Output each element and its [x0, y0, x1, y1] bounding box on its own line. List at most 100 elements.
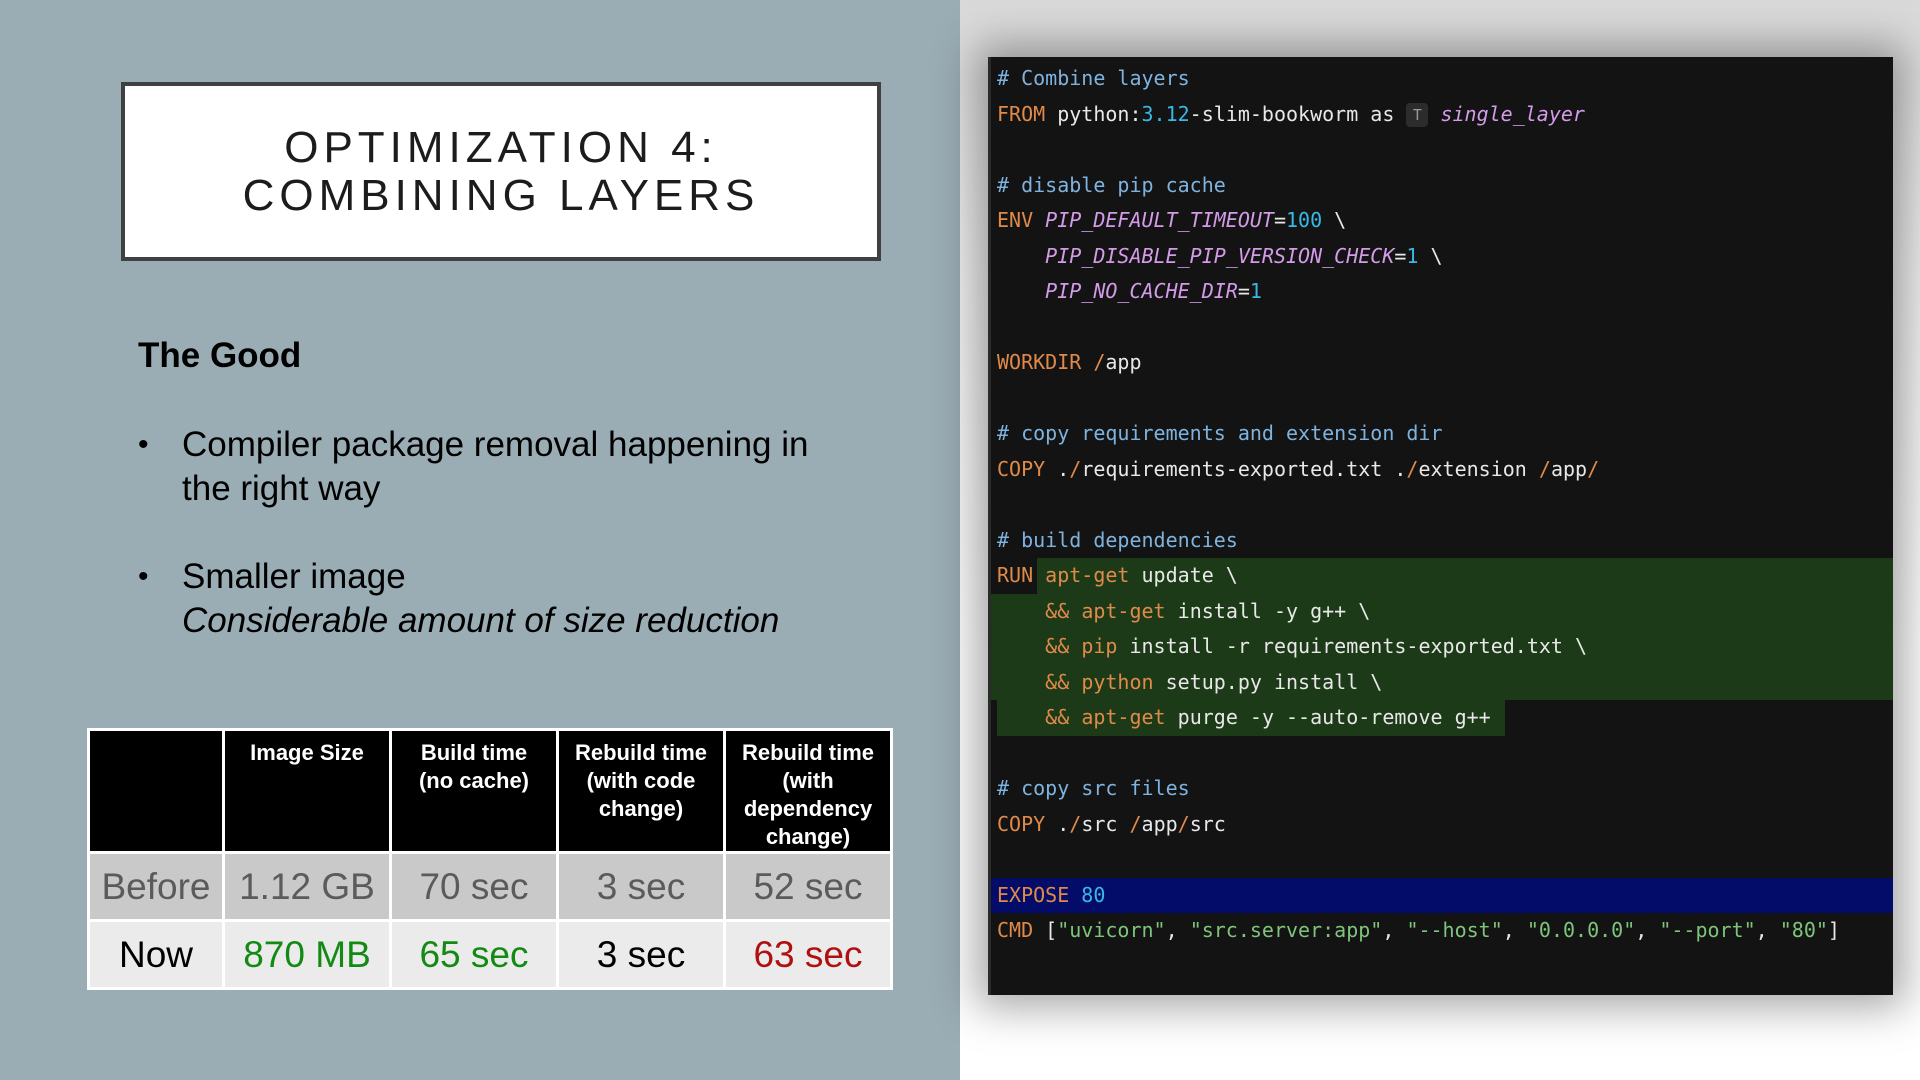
code-token: ,	[1165, 918, 1190, 942]
table-header-cell: Rebuild time (with dependency change)	[723, 728, 893, 854]
slide-title-box: OPTIMIZATION 4: COMBINING LAYERS	[121, 82, 881, 261]
table-header-cell: Rebuild time (with code change)	[556, 728, 726, 854]
table-cell: 3 sec	[556, 919, 726, 990]
code-token: requirements-exported.txt .	[1081, 456, 1407, 481]
code-token: &&	[1045, 598, 1070, 623]
table-cell: 52 sec	[723, 851, 893, 922]
code-token: src	[1081, 811, 1130, 836]
code-line: CMD ["uvicorn", "src.server:app", "--hos…	[991, 913, 1893, 949]
table-header-line: dependency	[743, 796, 873, 821]
code-token: COPY	[997, 811, 1046, 836]
code-token: extension	[1418, 456, 1539, 481]
code-token: /	[1538, 456, 1551, 481]
code-token: ,	[1635, 918, 1660, 942]
bullet-line: the right way	[182, 469, 381, 508]
table-header-line: Rebuild time	[574, 740, 707, 765]
code-token: /	[1129, 811, 1142, 836]
code-token: install -r requirements-exported.txt \	[1117, 634, 1588, 658]
slide-title-line-2: COMBINING LAYERS	[242, 170, 760, 220]
code-token: 100	[1286, 208, 1323, 232]
code-token: src	[1189, 811, 1226, 836]
code-line: COPY ./requirements-exported.txt ./exten…	[991, 452, 1893, 488]
table-header-line: Build time	[420, 740, 528, 765]
code-line: EXPOSE 80	[991, 877, 1893, 913]
code-token: python	[1081, 669, 1154, 694]
code-line: # Combine layers	[991, 61, 1893, 97]
code-token: /	[1069, 811, 1082, 836]
table-cell: 870 MB	[222, 919, 392, 990]
code-token: app	[1141, 811, 1178, 836]
table-cell: 1.12 GB	[222, 851, 392, 922]
code-token: /	[1093, 350, 1106, 374]
code-token: "src.server:app"	[1189, 918, 1383, 942]
table-header-line: (with	[782, 768, 834, 793]
code-token: /	[1587, 456, 1600, 481]
code-line: ENV PIP_DEFAULT_TIMEOUT=100 \	[991, 203, 1893, 239]
bullet-text: Compiler package removal happening in th…	[182, 423, 862, 511]
code-token: =	[1394, 243, 1407, 268]
bullet-line: Compiler package removal happening in	[182, 425, 809, 464]
code-token: PIP_DEFAULT_TIMEOUT	[1045, 208, 1274, 232]
code-token: ,	[1382, 918, 1407, 942]
code-line: WORKDIR /app	[991, 345, 1893, 381]
code-token: /	[1069, 456, 1082, 481]
type-icon: T	[1406, 103, 1429, 127]
table-cell: 63 sec	[723, 919, 893, 990]
bullet-text: Smaller image Considerable amount of siz…	[182, 555, 862, 643]
comparison-table: Image Size Build time (no cache) Rebuild …	[87, 728, 893, 990]
code-token: =	[1237, 279, 1250, 303]
code-token: ,	[1755, 918, 1780, 942]
code-token: "80"	[1779, 918, 1828, 942]
code-line: # disable pip cache	[991, 168, 1893, 204]
code-token: "--port"	[1659, 918, 1756, 942]
code-token: FROM	[997, 101, 1046, 126]
code-token: pip	[1081, 634, 1118, 658]
table-header-line: Image Size	[250, 740, 364, 765]
code-line: RUN apt-get update \	[991, 558, 1893, 594]
slide-title-line-1: OPTIMIZATION 4:	[284, 122, 718, 172]
code-token: &&	[1045, 634, 1070, 658]
code-token: RUN	[997, 563, 1034, 587]
code-token: 1	[1249, 279, 1262, 303]
code-token: EXPOSE	[997, 882, 1070, 907]
code-token: "uvicorn"	[1057, 918, 1166, 942]
code-token: ENV	[997, 208, 1034, 232]
code-editor: # Combine layers FROM python:3.12-slim-bo…	[988, 57, 1893, 995]
code-token: .	[1045, 811, 1070, 836]
code-token: apt-get	[1081, 705, 1166, 729]
code-token: =	[1273, 208, 1286, 232]
table-header-cell: Image Size	[222, 728, 392, 854]
code-token: COPY	[997, 456, 1046, 481]
code-token: CMD	[997, 918, 1034, 942]
table-header-line: (no cache)	[418, 768, 530, 793]
bullet-line: Smaller image	[182, 557, 406, 596]
code-line: && apt-get install -y g++ \	[991, 593, 1893, 629]
code-line: FROM python:3.12-slim-bookworm as T sing…	[991, 97, 1893, 133]
code-line: && apt-get purge -y --auto-remove g++	[991, 700, 1893, 736]
code-token: WORKDIR	[997, 350, 1082, 374]
code-token: -slim-bookworm as	[1189, 101, 1407, 126]
bullet-line-italic: Considerable amount of size reduction	[182, 601, 780, 640]
code-token: \	[1322, 208, 1347, 232]
code-line: && python setup.py install \	[991, 664, 1893, 700]
code-token: &&	[1045, 669, 1070, 694]
code-line: # copy requirements and extension dir	[991, 416, 1893, 452]
code-token: /	[1406, 456, 1419, 481]
code-line: && pip install -r requirements-exported.…	[991, 629, 1893, 665]
code-token: "--host"	[1406, 918, 1503, 942]
table-row-label: Before	[87, 851, 225, 922]
code-token: \	[1418, 243, 1443, 268]
